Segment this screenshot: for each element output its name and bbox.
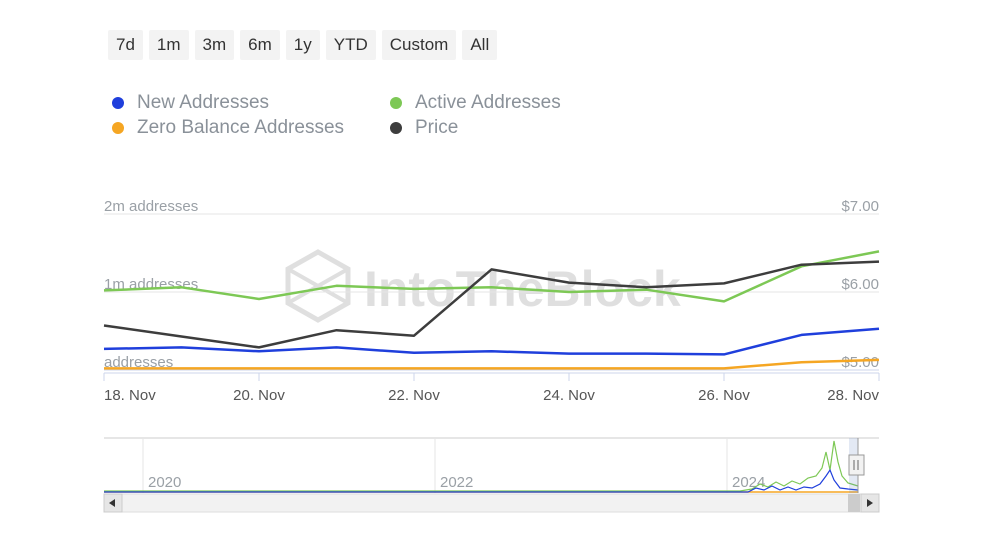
right-axis-labels: $5.00 $6.00 $7.00	[841, 198, 879, 371]
left-axis-tick-label: 2m addresses	[104, 198, 198, 215]
x-axis-tick-label: 24. Nov	[543, 387, 595, 404]
x-axis-tick-label: 26. Nov	[698, 387, 750, 404]
navigator-year-label: 2022	[440, 474, 473, 491]
x-axis-tick-label: 18. Nov	[104, 387, 156, 404]
x-axis-labels: 18. Nov 20. Nov 22. Nov 24. Nov 26. Nov 28. N…	[103, 373, 880, 404]
right-axis-tick-label: $6.00	[841, 276, 879, 293]
right-axis-tick-label: $5.00	[841, 354, 879, 371]
scrollbar[interactable]	[103, 493, 880, 513]
right-axis-tick-label: $7.00	[841, 198, 879, 215]
x-axis-tick-label: 20. Nov	[233, 387, 285, 404]
navigator[interactable]: 2020 2022 2024	[104, 437, 879, 493]
navigator-year-label: 2020	[148, 474, 181, 491]
line-chart: IntoTheBlock addresses1m addresses2m add…	[103, 198, 880, 513]
scrollbar-thumb[interactable]	[848, 494, 860, 512]
navigator-handle[interactable]	[848, 454, 865, 476]
series-line-zero-balance-addresses	[104, 358, 880, 370]
scrollbar-track[interactable]	[103, 493, 880, 513]
left-axis-labels: addresses1m addresses2m addresses	[104, 198, 198, 371]
x-axis-tick-label: 22. Nov	[388, 387, 440, 404]
x-axis-tick-label: 28. Nov	[827, 387, 879, 404]
navigator-year-label: 2024	[732, 474, 765, 491]
